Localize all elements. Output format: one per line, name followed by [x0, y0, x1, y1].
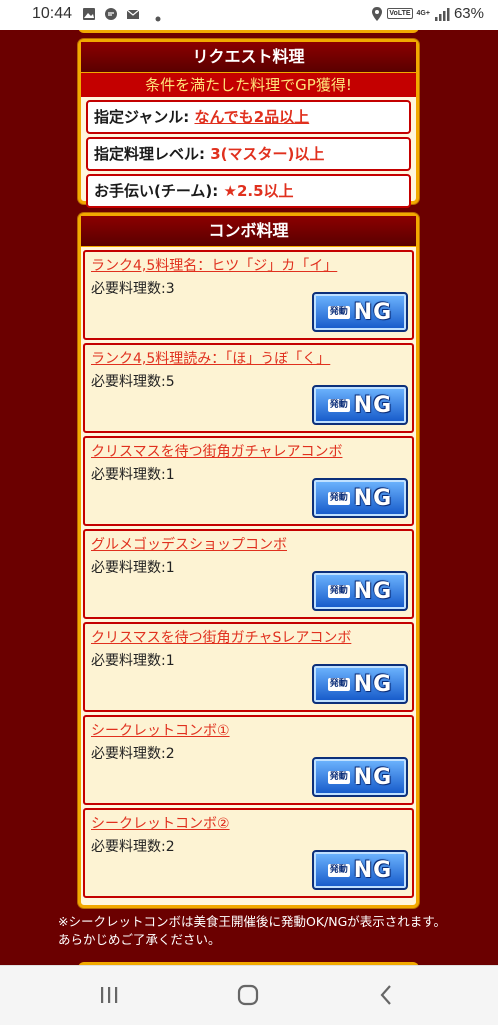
request-genre-label: 指定ジャンル: — [94, 108, 190, 126]
combo-name-link[interactable]: シークレットコンボ② — [91, 813, 230, 833]
request-help-label: お手伝い(チーム): — [94, 182, 219, 200]
combo-required-count: 必要料理数:1 — [91, 653, 175, 669]
request-level-label: 指定料理レベル: — [94, 145, 205, 163]
request-help-value: 2.5以上 — [236, 182, 294, 200]
page-content: リクエスト料理 条件を満たした料理でGP獲得! 指定ジャンル: なんでも2品以上… — [0, 30, 498, 965]
request-level-value: 3(マスター)以上 — [210, 145, 325, 163]
activation-ng-badge: 発動 NG — [312, 478, 408, 518]
combo-name-link[interactable]: ランク4,5料理名：ヒツ「ジ」カ「イ」 — [91, 255, 337, 275]
activation-ng-badge: 発動 NG — [312, 292, 408, 332]
activation-status: NG — [353, 857, 393, 883]
activation-label: 発動 — [327, 677, 350, 691]
battery-percent: 63% — [453, 5, 484, 22]
home-icon — [237, 984, 259, 1006]
navigation-bar — [0, 965, 498, 1025]
combo-name-link[interactable]: グルメゴッデスショップコンボ — [91, 534, 287, 554]
combo-name-link[interactable]: クリスマスを待つ街角ガチャレアコンボ — [91, 441, 342, 461]
request-panel-title: リクエスト料理 — [81, 42, 416, 73]
activation-label: 発動 — [327, 491, 350, 505]
combo-item: シークレットコンボ① 必要料理数:2 発動 NG — [83, 715, 414, 805]
activation-label: 発動 — [327, 584, 350, 598]
activation-label: 発動 — [327, 398, 350, 412]
mail-icon — [126, 9, 140, 19]
combo-panel-title: コンボ料理 — [81, 216, 416, 247]
home-button[interactable] — [233, 980, 263, 1010]
secret-combo-note: ※シークレットコンボは美食王開催後に発動OK/NGが表示されます。あらかじめご了… — [58, 914, 447, 947]
activation-ng-badge: 発動 NG — [312, 664, 408, 704]
combo-name-link[interactable]: ランク4,5料理読み：「ほ」うぼ「く」 — [91, 348, 330, 368]
combo-required-count: 必要料理数:1 — [91, 560, 175, 576]
more-notifications-icon — [155, 16, 161, 22]
activation-status: NG — [353, 671, 393, 697]
previous-panel-edge — [78, 30, 419, 33]
request-panel: リクエスト料理 条件を満たした料理でGP獲得! 指定ジャンル: なんでも2品以上… — [78, 39, 419, 208]
combo-item: シークレットコンボ② 必要料理数:2 発動 NG — [83, 808, 414, 898]
recents-button[interactable] — [94, 980, 124, 1010]
activation-status: NG — [353, 764, 393, 790]
location-icon — [372, 6, 383, 21]
combo-required-count: 必要料理数:5 — [91, 374, 175, 390]
combo-item: クリスマスを待つ街角ガチャSレアコンボ 必要料理数:1 発動 NG — [83, 622, 414, 712]
activation-status: NG — [353, 485, 393, 511]
recents-icon — [101, 987, 118, 1003]
activation-ng-badge: 発動 NG — [312, 757, 408, 797]
combo-required-count: 必要料理数:3 — [91, 281, 175, 297]
status-time: 10:44 — [32, 5, 73, 22]
signal-icon — [434, 7, 450, 21]
activation-status: NG — [353, 299, 393, 325]
back-button[interactable] — [372, 980, 402, 1010]
combo-required-count: 必要料理数:1 — [91, 467, 175, 483]
request-panel-subtitle: 条件を満たした料理でGP獲得! — [81, 73, 416, 97]
status-right: VoLTE 4G+ 63% — [371, 5, 484, 22]
volte-badge: VoLTE — [387, 8, 413, 19]
combo-name-link[interactable]: シークレットコンボ① — [91, 720, 230, 740]
chat-icon — [105, 8, 117, 20]
star-icon: ★ — [223, 182, 237, 200]
combo-item: グルメゴッデスショップコンボ 必要料理数:1 発動 NG — [83, 529, 414, 619]
gallery-icon — [83, 8, 95, 20]
activation-ng-badge: 発動 NG — [312, 571, 408, 611]
activation-label: 発動 — [327, 770, 350, 784]
network-type: 4G+ — [416, 10, 430, 17]
activation-status: NG — [353, 578, 393, 604]
request-level-row: 指定料理レベル: 3(マスター)以上 — [86, 137, 411, 171]
activation-status: NG — [353, 392, 393, 418]
activation-ng-badge: 発動 NG — [312, 850, 408, 890]
combo-item: ランク4,5料理名：ヒツ「ジ」カ「イ」 必要料理数:3 発動 NG — [83, 250, 414, 340]
combo-required-count: 必要料理数:2 — [91, 839, 175, 855]
request-genre-row: 指定ジャンル: なんでも2品以上 — [86, 100, 411, 134]
combo-panel: コンボ料理 ランク4,5料理名：ヒツ「ジ」カ「イ」 必要料理数:3 発動 NG … — [78, 213, 419, 908]
activation-label: 発動 — [327, 863, 350, 877]
request-genre-value[interactable]: なんでも2品以上 — [194, 108, 309, 126]
request-help-row: お手伝い(チーム): ★2.5以上 — [86, 174, 411, 208]
activation-ng-badge: 発動 NG — [312, 385, 408, 425]
combo-item: ランク4,5料理読み：「ほ」うぼ「く」 必要料理数:5 発動 NG — [83, 343, 414, 433]
status-bar: 10:44 VoLTE 4G+ 63% — [0, 0, 498, 30]
combo-item: クリスマスを待つ街角ガチャレアコンボ 必要料理数:1 発動 NG — [83, 436, 414, 526]
combo-required-count: 必要料理数:2 — [91, 746, 175, 762]
combo-name-link[interactable]: クリスマスを待つ街角ガチャSレアコンボ — [91, 627, 351, 647]
back-icon — [380, 985, 391, 1005]
activation-label: 発動 — [327, 305, 350, 319]
